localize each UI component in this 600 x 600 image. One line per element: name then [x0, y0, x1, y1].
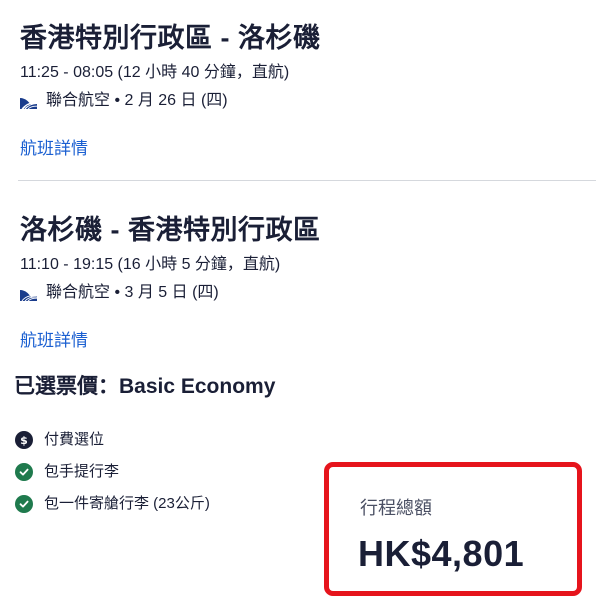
svg-text:$: $: [20, 434, 28, 446]
outbound-airline-date: 聯合航空 • 2 月 26 日 (四): [46, 92, 228, 109]
outbound-flight-details-link[interactable]: 航班詳情: [20, 134, 88, 159]
selected-fare-heading: 已選票價：Basic Economy: [14, 375, 276, 398]
outbound-flight-card: 香港特別行政區 - 洛杉磯 11:25 - 08:05 (12 小時 40 分鐘…: [20, 18, 600, 159]
return-airline-row: 聯合航空 • 3 月 5 日 (四): [20, 282, 600, 304]
united-airlines-logo-icon: [20, 285, 38, 301]
dollar-icon: $: [15, 431, 33, 449]
trip-total-label: 行程總額: [360, 498, 432, 518]
check-icon: [15, 463, 33, 481]
return-flight-card: 洛杉磯 - 香港特別行政區 11:10 - 19:15 (16 小時 5 分鐘，…: [20, 210, 600, 351]
fare-feature-item: $ 付費選位: [14, 424, 600, 456]
return-airline-date: 聯合航空 • 3 月 5 日 (四): [46, 284, 219, 301]
fare-feature-label: 包手提行李: [44, 463, 120, 480]
outbound-flight-times: 11:25 - 08:05 (12 小時 40 分鐘，直航): [20, 64, 290, 81]
fare-feature-label: 包一件寄艙行李 (23公斤): [44, 495, 210, 512]
fare-feature-label: 付費選位: [44, 431, 105, 448]
return-flight-times: 11:10 - 19:15 (16 小時 5 分鐘，直航): [20, 256, 281, 273]
itinerary-summary: 香港特別行政區 - 洛杉磯 11:25 - 08:05 (12 小時 40 分鐘…: [0, 0, 600, 600]
check-icon: [15, 495, 33, 513]
leg-divider: [18, 180, 596, 181]
trip-total-amount: HK$4,801: [358, 533, 525, 574]
outbound-airline-row: 聯合航空 • 2 月 26 日 (四): [20, 90, 600, 112]
united-airlines-logo-icon: [20, 93, 38, 110]
return-flight-details-link[interactable]: 航班詳情: [20, 326, 88, 351]
outbound-route-title: 香港特別行政區 - 洛杉磯: [20, 23, 321, 53]
trip-total-box: 行程總額 HK$4,801: [324, 462, 582, 596]
return-route-title: 洛杉磯 - 香港特別行政區: [20, 215, 321, 245]
